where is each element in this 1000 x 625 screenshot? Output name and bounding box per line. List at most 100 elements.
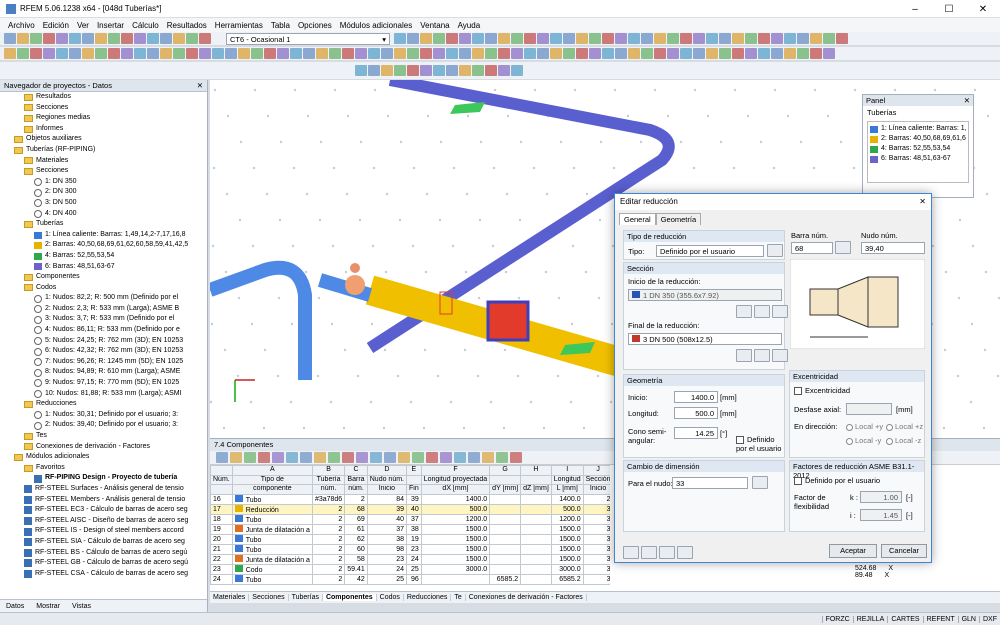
toolbar-button-icon[interactable] — [810, 48, 822, 59]
menu-item-3[interactable]: Insertar — [93, 21, 128, 30]
status-toggle-5[interactable]: DXF — [979, 615, 1000, 623]
tree-item[interactable]: 1: Línea caliente: Barras: 1,49,14,2-7,1… — [0, 230, 207, 241]
toolbar-button-icon[interactable] — [407, 65, 419, 76]
loadcase-select[interactable]: CT6 - Ocasional 1 ▾ — [226, 33, 390, 45]
toolbar-button-icon[interactable] — [459, 33, 471, 44]
menu-item-11[interactable]: Ayuda — [454, 21, 485, 30]
toolbar-button-icon[interactable] — [498, 48, 510, 59]
tree-item[interactable]: 8: Nudos: 94,89; R: 610 mm (Larga); ASME — [0, 367, 207, 378]
tree-item[interactable]: 6: Nudos: 42,32; R: 762 mm (3D); EN 1025… — [0, 346, 207, 357]
table-toolbar-icon[interactable] — [258, 452, 270, 463]
tree-item[interactable]: RF-STEEL IS - Design of steel members ac… — [0, 526, 207, 537]
toolbar-button-icon[interactable] — [771, 48, 783, 59]
user-defined-checkbox[interactable]: Definido por el usuario — [736, 435, 786, 453]
tab-geometry[interactable]: Geometría — [655, 213, 702, 225]
help-icon[interactable] — [623, 546, 639, 559]
toolbar-button-icon[interactable] — [134, 33, 146, 44]
toolbar-button-icon[interactable] — [108, 33, 120, 44]
tree-item[interactable]: 3: DN 500 — [0, 198, 207, 209]
toolbar-button-icon[interactable] — [134, 48, 146, 59]
toolbar-button-icon[interactable] — [420, 33, 432, 44]
menu-item-5[interactable]: Resultados — [163, 21, 211, 30]
factors-user-defined-checkbox[interactable]: Definido por el usuario — [794, 476, 880, 486]
toolbar-button-icon[interactable] — [511, 48, 523, 59]
info-icon-2[interactable] — [772, 349, 788, 362]
cone-angle-input[interactable]: 14.25 — [674, 427, 718, 439]
tree-item[interactable]: 2: Barras: 40,50,68,69,61,62,60,58,59,41… — [0, 240, 207, 251]
toolbar-button-icon[interactable] — [784, 48, 796, 59]
minimize-button[interactable]: – — [898, 0, 932, 18]
tree-item[interactable]: Resultados — [0, 92, 207, 103]
close-icon[interactable]: ✕ — [919, 197, 926, 207]
toolbar-button-icon[interactable] — [433, 65, 445, 76]
tree-item[interactable]: 1: Nudos: 82,2; R: 500 mm (Definido por … — [0, 293, 207, 304]
tree-item[interactable]: Objetos auxiliares — [0, 134, 207, 145]
table-row[interactable]: 20Tubo26238191500.01500.03 — [210, 533, 610, 545]
toolbar-button-icon[interactable] — [368, 65, 380, 76]
table-toolbar-icon[interactable] — [244, 452, 256, 463]
toolbar-button-icon[interactable] — [381, 48, 393, 59]
status-toggle-0[interactable]: FORZC — [821, 615, 853, 623]
radio-local-my[interactable]: Local -y — [846, 436, 881, 445]
toolbar-button-icon[interactable] — [498, 65, 510, 76]
toolbar-button-icon[interactable] — [459, 65, 471, 76]
table-tab-3[interactable]: Componentes — [322, 594, 377, 601]
toolbar-button-icon[interactable] — [797, 33, 809, 44]
status-toggle-2[interactable]: CARTES — [887, 615, 922, 623]
toolbar-button-icon[interactable] — [667, 48, 679, 59]
tree-item[interactable]: RF-STEEL EC3 - Cálculo de barras de acer… — [0, 505, 207, 516]
toolbar-button-icon[interactable] — [563, 48, 575, 59]
tree-item[interactable]: Codos — [0, 283, 207, 294]
toolbar-button-icon[interactable] — [797, 48, 809, 59]
axial-offset-input[interactable] — [846, 403, 892, 415]
table-row[interactable]: 23Codo259.4124253000.03000.03 — [210, 563, 610, 575]
toolbar-button-icon[interactable] — [394, 33, 406, 44]
table-toolbar-icon[interactable] — [440, 452, 452, 463]
table-toolbar-icon[interactable] — [482, 452, 494, 463]
tree-item[interactable]: Conexiones de derivación - Factores — [0, 442, 207, 453]
pick-member-button[interactable] — [835, 241, 851, 254]
toolbar-button-icon[interactable] — [524, 48, 536, 59]
toolbar-button-icon[interactable] — [771, 33, 783, 44]
table-tab-2[interactable]: Tuberías — [289, 594, 323, 601]
table-tab-7[interactable]: Conexiones de derivación - Factores — [466, 594, 587, 601]
toolbar-button-icon[interactable] — [225, 48, 237, 59]
radio-local-mz[interactable]: Local -z — [886, 436, 921, 445]
section-library-button[interactable] — [736, 305, 752, 318]
tree-item[interactable]: Tuberías (RF-PIPING) — [0, 145, 207, 156]
toolbar-button-icon[interactable] — [355, 65, 367, 76]
maximize-button[interactable]: ☐ — [932, 0, 966, 18]
edit-icon[interactable] — [641, 546, 657, 559]
toolbar-button-icon[interactable] — [706, 48, 718, 59]
tree-item[interactable]: Secciones — [0, 103, 207, 114]
section-edit-button[interactable] — [754, 305, 770, 318]
toolbar-button-icon[interactable] — [82, 33, 94, 44]
toolbar-button-icon[interactable] — [732, 33, 744, 44]
toolbar-button-icon[interactable] — [511, 65, 523, 76]
toolbar-button-icon[interactable] — [17, 33, 29, 44]
toolbar-button-icon[interactable] — [121, 33, 133, 44]
toolbar-button-icon[interactable] — [745, 48, 757, 59]
menu-item-10[interactable]: Ventana — [416, 21, 453, 30]
toolbar-button-icon[interactable] — [199, 48, 211, 59]
menu-item-1[interactable]: Edición — [39, 21, 73, 30]
table-toolbar-icon[interactable] — [468, 452, 480, 463]
toolbar-button-icon[interactable] — [745, 33, 757, 44]
status-toggle-4[interactable]: GLN — [957, 615, 979, 623]
toolbar-button-icon[interactable] — [303, 48, 315, 59]
table-toolbar-icon[interactable] — [272, 452, 284, 463]
table-tab-1[interactable]: Secciones — [249, 594, 289, 601]
toolbar-button-icon[interactable] — [485, 48, 497, 59]
table-row[interactable]: 19 Junta de dilatación a 2 61 37 38 1500.0 1500… — [210, 523, 610, 535]
close-icon[interactable]: ✕ — [197, 81, 203, 90]
toolbar-button-icon[interactable] — [589, 33, 601, 44]
toolbar-button-icon[interactable] — [355, 48, 367, 59]
tree-item[interactable]: 3: Nudos: 3,7; R: 533 mm (Definido por e… — [0, 314, 207, 325]
toolbar-button-icon[interactable] — [316, 48, 328, 59]
toolbar-button-icon[interactable] — [433, 33, 445, 44]
table-toolbar-icon[interactable] — [356, 452, 368, 463]
table-toolbar-icon[interactable] — [314, 452, 326, 463]
toolbar-button-icon[interactable] — [277, 48, 289, 59]
toolbar-button-icon[interactable] — [641, 48, 653, 59]
toolbar-button-icon[interactable] — [589, 48, 601, 59]
